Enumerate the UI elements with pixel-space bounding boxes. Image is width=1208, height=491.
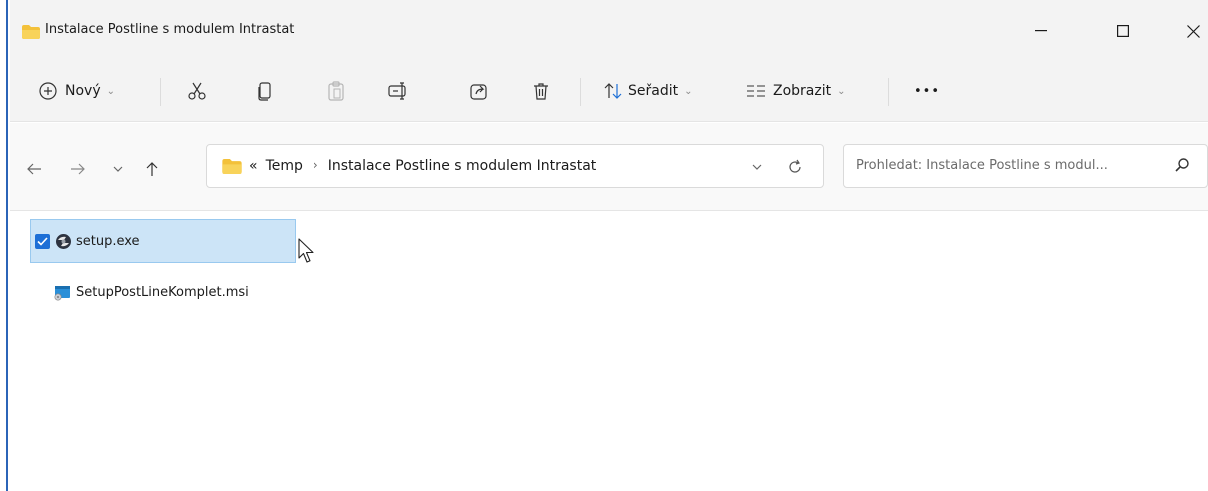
breadcrumb-item-current[interactable]: Instalace Postline s modulem Intrastat: [328, 158, 597, 174]
msi-installer-icon: [54, 284, 71, 301]
arrow-right-icon: [71, 163, 85, 175]
chevron-down-icon: [752, 164, 762, 170]
command-bar: Nový ⌄ Seřadit ⌄ Zobrazit ⌄ •••: [10, 60, 1208, 122]
chevron-down-icon: ⌄: [106, 85, 115, 97]
view-label: Zobrazit: [773, 83, 832, 99]
setup-exe-icon: [55, 233, 72, 250]
checkmark-icon: [37, 236, 48, 246]
view-button[interactable]: Zobrazit ⌄: [745, 72, 846, 110]
view-list-icon: [745, 80, 767, 102]
close-button[interactable]: [1170, 14, 1208, 48]
copy-button[interactable]: [254, 72, 276, 110]
mouse-cursor-icon: [298, 238, 316, 268]
search-icon[interactable]: [1174, 157, 1194, 177]
breadcrumb-separator-icon[interactable]: ›: [313, 158, 318, 174]
search-input[interactable]: Prohledat: Instalace Postline s modul...: [856, 158, 1108, 173]
folder-icon: [222, 159, 242, 178]
sort-label: Seřadit: [628, 83, 679, 99]
arrow-up-icon: [146, 162, 158, 176]
chevron-down-icon: [113, 166, 123, 172]
rename-button[interactable]: [388, 72, 410, 110]
breadcrumb-overflow[interactable]: «: [249, 158, 258, 174]
plus-circle-icon: [37, 80, 59, 102]
minimize-icon: [1035, 30, 1047, 32]
toolbar-divider: [888, 78, 889, 106]
cut-button[interactable]: [186, 72, 208, 110]
minimize-button[interactable]: [1018, 14, 1064, 48]
file-name: SetupPostLineKomplet.msi: [76, 284, 249, 300]
breadcrumb-item-temp[interactable]: Temp: [266, 158, 303, 174]
file-list: setup.exe SetupPostLineKomplet.msi: [10, 212, 1208, 491]
breadcrumb: « Temp › Instalace Postline s modulem In…: [249, 158, 596, 174]
back-button[interactable]: [22, 157, 46, 181]
new-button[interactable]: Nový ⌄: [37, 72, 115, 110]
window-left-edge: [0, 0, 8, 491]
maximize-icon: [1117, 25, 1129, 37]
address-dropdown-button[interactable]: [752, 159, 762, 173]
rename-icon: [388, 80, 410, 102]
scissors-icon: [186, 80, 208, 102]
toolbar-divider: [580, 78, 581, 106]
paste-button[interactable]: [325, 72, 347, 110]
toolbar-divider: [160, 78, 161, 106]
refresh-icon: [789, 159, 801, 173]
trash-icon: [530, 80, 552, 102]
refresh-button[interactable]: [782, 155, 808, 179]
file-name: setup.exe: [76, 233, 140, 249]
recent-locations-button[interactable]: [106, 157, 130, 181]
address-bar[interactable]: « Temp › Instalace Postline s modulem In…: [206, 144, 824, 188]
sort-button[interactable]: Seřadit ⌄: [602, 72, 693, 110]
close-icon: [1186, 24, 1200, 38]
arrow-left-icon: [27, 163, 41, 175]
title-bar: Instalace Postline s modulem Intrastat: [10, 0, 1208, 60]
more-options-button[interactable]: •••: [914, 72, 940, 110]
share-icon: [468, 80, 490, 102]
chevron-down-icon: ⌄: [684, 85, 693, 97]
clipboard-icon: [325, 80, 347, 102]
more-icon: •••: [914, 83, 941, 99]
navigation-bar: « Temp › Instalace Postline s modulem In…: [10, 123, 1208, 211]
window-title: Instalace Postline s modulem Intrastat: [45, 22, 295, 37]
new-label: Nový: [65, 83, 101, 99]
share-button[interactable]: [468, 72, 490, 110]
list-item[interactable]: SetupPostLineKomplet.msi: [54, 270, 314, 314]
copy-icon: [254, 80, 276, 102]
delete-button[interactable]: [530, 72, 552, 110]
sort-arrows-icon: [602, 80, 624, 102]
chevron-down-icon: ⌄: [837, 85, 846, 97]
folder-icon: [22, 24, 40, 43]
list-item[interactable]: setup.exe: [30, 219, 296, 263]
maximize-button[interactable]: [1100, 14, 1146, 48]
checkbox[interactable]: [35, 233, 50, 249]
up-button[interactable]: [140, 157, 164, 181]
forward-button[interactable]: [66, 157, 90, 181]
search-box[interactable]: Prohledat: Instalace Postline s modul...: [843, 144, 1208, 188]
